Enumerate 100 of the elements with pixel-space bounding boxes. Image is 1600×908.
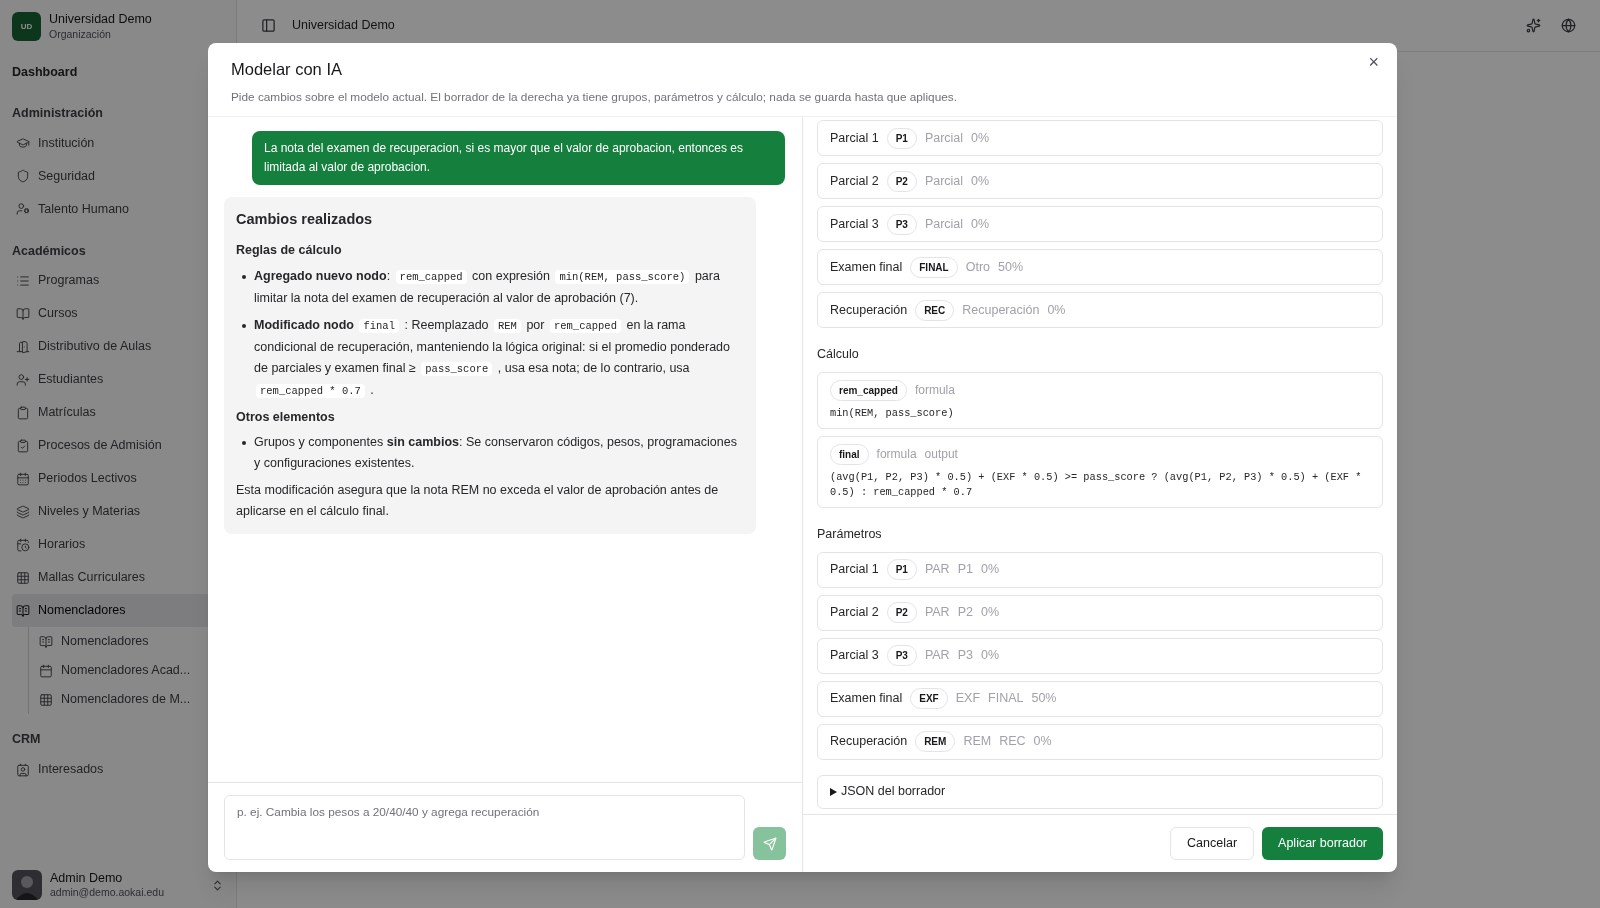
- row-meta: P1: [957, 561, 973, 579]
- row-name: Parcial 2: [830, 172, 879, 190]
- item-icon: [16, 202, 30, 216]
- row-name: Examen final: [830, 690, 903, 708]
- row-meta: 0%: [971, 129, 990, 147]
- row-name: Parcial 1: [830, 561, 879, 579]
- item-icon: [39, 634, 53, 649]
- cancel-button[interactable]: Cancelar: [1170, 827, 1255, 860]
- item-icon: [16, 504, 30, 519]
- page-title: Universidad Demo: [292, 17, 395, 35]
- user-email: admin@demo.aokai.edu: [50, 886, 165, 900]
- disclosure-triangle-icon: [830, 787, 837, 796]
- row-meta: Parcial: [924, 172, 964, 190]
- row-meta: PAR: [924, 561, 950, 579]
- user-message: La nota del examen de recuperacion, si es mayor que el valor de aprobacion, entonces es limitada al valor de aprobacion.: [252, 131, 785, 185]
- sidebar-item[interactable]: Horarios: [12, 528, 224, 562]
- item-icon: [16, 537, 30, 552]
- sidebar-item[interactable]: Estudiantes: [12, 363, 224, 397]
- close-button[interactable]: ×: [1368, 53, 1379, 71]
- item-icon: [16, 136, 30, 150]
- sidebar-item[interactable]: Interesados: [12, 753, 224, 786]
- item-icon: [16, 169, 30, 183]
- node-tag: formula: [876, 445, 917, 464]
- sidebar-item[interactable]: Programas: [12, 264, 224, 298]
- message-paragraph: Esta modificación asegura que la nota REM no exceda el valor de aprobación antes de aplicarse en el cálculo final.: [236, 482, 720, 521]
- row-name: Parcial 2: [830, 604, 879, 622]
- item-icon: [16, 603, 30, 618]
- row-meta: FINAL: [988, 690, 1024, 708]
- row-meta: REM: [963, 733, 992, 751]
- university-logo: UD: [12, 12, 41, 41]
- row-meta: P3: [957, 647, 973, 665]
- json-toggle[interactable]: JSON del borrador: [817, 774, 1383, 809]
- apply-draft-button[interactable]: Aplicar borrador: [1262, 827, 1383, 860]
- message-subheading: Reglas de cálculo: [236, 241, 343, 259]
- row-meta: Otro: [965, 258, 991, 276]
- sidebar-item[interactable]: Distributivo de Aulas: [12, 330, 224, 364]
- sidebar-toggle-icon[interactable]: [261, 18, 276, 33]
- bullet-icon: [242, 441, 246, 446]
- row-meta: PAR: [924, 604, 950, 622]
- row-meta: 0%: [1047, 301, 1066, 319]
- section-title: Administración: [12, 104, 104, 122]
- node-expression: min(REM, pass_score): [830, 405, 955, 421]
- organization-name: Universidad Demo: [49, 12, 152, 28]
- item-icon: [39, 692, 53, 707]
- sidebar-item[interactable]: Cursos: [12, 297, 224, 331]
- sidebar-subitem[interactable]: Nomencladores de M...: [35, 685, 224, 715]
- item-icon: [16, 273, 30, 288]
- section-title: CRM: [12, 731, 42, 749]
- item-icon: [16, 306, 30, 321]
- message-bullet-text: Modificado nodo final : Reemplazado REM por rem_capped en la rama condicional de recuperación, manteniendo la lógica original: si el promedio ponderado de parciales y examen final ≥ pass_score , usa esa nota; de lo contrario, usa rem_capped * 0.7 .: [254, 316, 731, 400]
- sparkles-icon[interactable]: [1526, 18, 1541, 33]
- row-name: Parcial 3: [830, 647, 879, 665]
- chevrons-icon[interactable]: [211, 878, 224, 892]
- row-meta: PAR: [924, 647, 950, 665]
- sidebar-item[interactable]: Matrículas: [12, 396, 224, 430]
- item-icon: [16, 339, 30, 354]
- sidebar-item[interactable]: Institución: [12, 126, 224, 160]
- section-title: Parámetros: [817, 525, 883, 543]
- sidebar-subitem[interactable]: Nomencladores Acad...: [35, 656, 224, 686]
- item-icon: [39, 663, 53, 678]
- sidebar-item[interactable]: Periodos Lectivos: [12, 462, 224, 496]
- sidebar-subitem[interactable]: Nomencladores: [35, 627, 224, 657]
- row-name: Parcial 1: [830, 129, 879, 147]
- row-name: Parcial 3: [830, 215, 879, 233]
- item-icon: [16, 762, 30, 777]
- section-title: Académicos: [12, 242, 87, 260]
- sidebar-item[interactable]: Mallas Curriculares: [12, 561, 224, 595]
- row-meta: 0%: [980, 604, 1000, 622]
- section-title: Cálculo: [817, 346, 860, 363]
- bullet-icon: [242, 274, 246, 279]
- sidebar-item[interactable]: Procesos de Admisión: [12, 429, 224, 463]
- sidebar-item[interactable]: Seguridad: [12, 159, 224, 193]
- sidebar-item[interactable]: Niveles y Materias: [12, 495, 224, 529]
- row-meta: 0%: [980, 647, 1000, 665]
- globe-icon[interactable]: [1561, 18, 1576, 33]
- organization-label: Organización: [49, 27, 112, 41]
- row-meta: Parcial: [924, 215, 964, 233]
- message-subheading: Otros elementos: [236, 408, 336, 426]
- row-meta: 0%: [1033, 733, 1052, 751]
- node-tag: output: [924, 445, 958, 464]
- row-name: Examen final: [830, 258, 903, 276]
- item-icon: [16, 471, 30, 486]
- item-icon: [16, 438, 30, 453]
- user-name: Admin Demo: [50, 870, 124, 887]
- row-meta: 0%: [971, 215, 990, 233]
- dialog-description: Pide cambios sobre el modelo actual. El borrador de la derecha ya tiene grupos, parámetros y cálculo; nada se guarda hasta que apliques.: [231, 88, 958, 106]
- node-expression: (avg(P1, P2, P3) * 0.5) + (EXF * 0.5) >= pass_score ? (avg(P1, P2, P3) * 0.5) + (EXF * 0.5) : rem_capped * 0.7: [830, 469, 1363, 500]
- item-icon: [16, 570, 30, 585]
- message-bullet-text: Grupos y componentes sin cambios: Se conservaron códigos, pesos, programaciones y configuraciones existentes.: [254, 434, 738, 473]
- send-icon: [762, 836, 777, 851]
- node-tag: formula: [914, 381, 955, 400]
- prompt-field[interactable]: p. ej. Cambia los pesos a 20/40/40 y agrega recuperación: [224, 795, 745, 860]
- item-icon: [16, 372, 30, 387]
- sidebar-item[interactable]: Talento Humano: [12, 192, 224, 226]
- row-meta: EXF: [955, 690, 981, 708]
- bullet-icon: [242, 323, 246, 328]
- row-meta: P2: [957, 604, 973, 622]
- row-meta: 50%: [998, 258, 1024, 276]
- row-meta: 0%: [980, 561, 1000, 579]
- row-meta: REC: [999, 733, 1026, 751]
